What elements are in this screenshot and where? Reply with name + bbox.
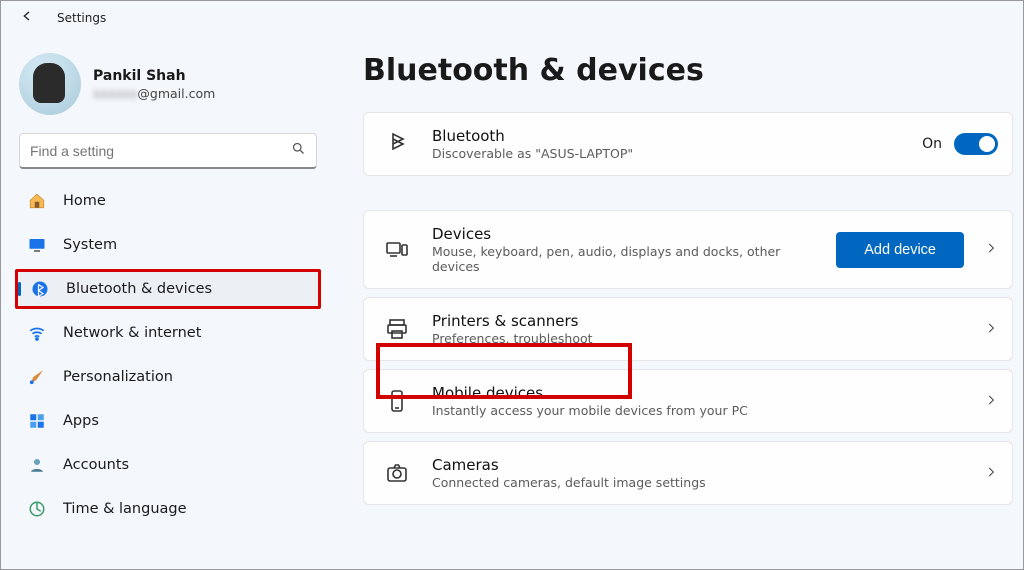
- window-title: Settings: [57, 11, 106, 25]
- search-box[interactable]: [19, 133, 317, 169]
- devices-card[interactable]: Devices Mouse, keyboard, pen, audio, dis…: [363, 210, 1013, 289]
- profile-email: xxxxxx@gmail.com: [93, 86, 215, 101]
- chevron-right-icon: [984, 392, 998, 411]
- avatar: [19, 53, 81, 115]
- nav-list: Home System Bluetooth & devices Network …: [15, 181, 321, 529]
- sidebar-item-label: Time & language: [63, 501, 187, 517]
- printers-scanners-card[interactable]: Printers & scanners Preferences, trouble…: [363, 297, 1013, 361]
- add-device-button[interactable]: Add device: [836, 232, 964, 268]
- bluetooth-card: Bluetooth Discoverable as "ASUS-LAPTOP" …: [363, 112, 1013, 176]
- search-icon: [291, 141, 306, 160]
- sidebar-item-label: Bluetooth & devices: [66, 281, 212, 297]
- chevron-right-icon: [984, 320, 998, 339]
- sidebar-item-accounts[interactable]: Accounts: [15, 445, 321, 485]
- home-icon: [27, 192, 47, 210]
- bluetooth-toggle[interactable]: [954, 133, 998, 155]
- devices-icon: [382, 238, 412, 262]
- sidebar-item-label: Apps: [63, 413, 99, 429]
- card-subtitle: Discoverable as "ASUS-LAPTOP": [432, 146, 902, 161]
- sidebar-item-home[interactable]: Home: [15, 181, 321, 221]
- wifi-icon: [27, 324, 47, 342]
- card-title: Mobile devices: [432, 384, 964, 402]
- sidebar-item-apps[interactable]: Apps: [15, 401, 321, 441]
- page-title: Bluetooth & devices: [363, 53, 1013, 88]
- chevron-right-icon: [984, 240, 998, 259]
- sidebar-item-system[interactable]: System: [15, 225, 321, 265]
- accounts-icon: [27, 456, 47, 474]
- card-title: Printers & scanners: [432, 312, 964, 330]
- sidebar-item-label: Accounts: [63, 457, 129, 473]
- card-subtitle: Mouse, keyboard, pen, audio, displays an…: [432, 244, 816, 274]
- back-arrow-icon[interactable]: [19, 8, 35, 28]
- search-input[interactable]: [30, 143, 291, 159]
- sidebar: Pankil Shah xxxxxx@gmail.com Home System: [1, 35, 333, 569]
- mobile-icon: [382, 389, 412, 413]
- profile-name: Pankil Shah: [93, 68, 215, 84]
- clock-globe-icon: [27, 500, 47, 518]
- sidebar-item-personalization[interactable]: Personalization: [15, 357, 321, 397]
- sidebar-item-bluetooth-devices[interactable]: Bluetooth & devices: [15, 269, 321, 309]
- card-title: Cameras: [432, 456, 964, 474]
- chevron-right-icon: [984, 464, 998, 483]
- main-content: Bluetooth & devices Bluetooth Discoverab…: [333, 35, 1023, 569]
- mobile-devices-card[interactable]: Mobile devices Instantly access your mob…: [363, 369, 1013, 433]
- bluetooth-icon: [382, 132, 412, 156]
- card-subtitle: Instantly access your mobile devices fro…: [432, 403, 964, 418]
- camera-icon: [382, 461, 412, 485]
- bluetooth-icon: [30, 280, 50, 298]
- sidebar-item-network[interactable]: Network & internet: [15, 313, 321, 353]
- titlebar: Settings: [1, 1, 1023, 35]
- profile-block[interactable]: Pankil Shah xxxxxx@gmail.com: [15, 49, 321, 129]
- sidebar-item-time-language[interactable]: Time & language: [15, 489, 321, 529]
- printer-icon: [382, 317, 412, 341]
- brush-icon: [27, 368, 47, 386]
- apps-icon: [27, 412, 47, 430]
- sidebar-item-label: Network & internet: [63, 325, 201, 341]
- card-title: Bluetooth: [432, 127, 902, 145]
- system-icon: [27, 236, 47, 254]
- card-title: Devices: [432, 225, 816, 243]
- card-subtitle: Preferences, troubleshoot: [432, 331, 964, 346]
- cameras-card[interactable]: Cameras Connected cameras, default image…: [363, 441, 1013, 505]
- card-subtitle: Connected cameras, default image setting…: [432, 475, 964, 490]
- sidebar-item-label: Personalization: [63, 369, 173, 385]
- toggle-label: On: [922, 136, 942, 152]
- sidebar-item-label: System: [63, 237, 117, 253]
- sidebar-item-label: Home: [63, 193, 106, 209]
